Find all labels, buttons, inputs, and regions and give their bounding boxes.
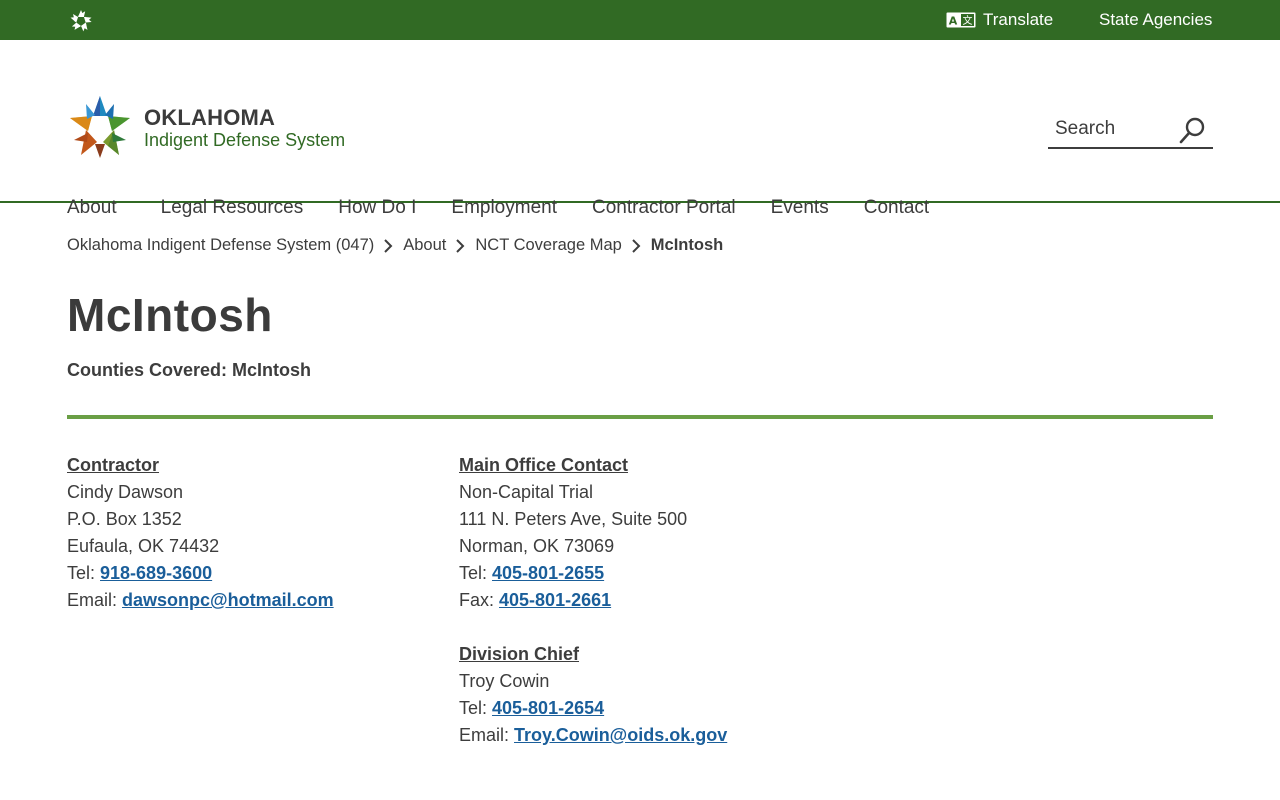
search-icon[interactable] — [1179, 116, 1207, 144]
translate-icon: A 文 — [946, 12, 976, 28]
main-office-name: Non-Capital Trial — [459, 482, 594, 502]
chevron-right-icon — [632, 238, 641, 253]
breadcrumb-home[interactable]: Oklahoma Indigent Defense System (047) — [67, 236, 374, 255]
translate-button[interactable]: A 文 Translate — [946, 0, 1053, 40]
main-nav: About Legal Resources How Do I Employmen… — [67, 197, 929, 219]
tel-label: Tel: — [67, 563, 101, 583]
nav-item-contact[interactable]: Contact — [864, 197, 929, 219]
top-utility-bar: A 文 Translate State Agencies — [0, 0, 1280, 40]
page-title: McIntosh — [67, 289, 273, 341]
chevron-right-icon — [384, 238, 393, 253]
breadcrumb-about[interactable]: About — [403, 236, 446, 255]
breadcrumb-current: McIntosh — [650, 236, 724, 254]
main-office-fax-row: Fax: 405-801-2661 — [459, 587, 727, 614]
contractor-email-row: Email: dawsonpc@hotmail.com — [67, 587, 334, 614]
division-chief-heading: Division Chief — [459, 644, 580, 664]
main-office-fax-link[interactable]: 405-801-2661 — [499, 590, 611, 610]
contractor-tel-link[interactable]: 918-689-3600 — [100, 563, 212, 583]
site-logo[interactable]: OKLAHOMA Indigent Defense System — [67, 95, 345, 161]
search-input[interactable] — [1055, 118, 1180, 140]
main-office-tel-row: Tel: 405-801-2655 — [459, 560, 727, 587]
ok-star-icon[interactable] — [68, 8, 94, 34]
logo-state-name: OKLAHOMA — [144, 105, 276, 130]
nav-item-employment[interactable]: Employment — [451, 197, 557, 219]
contractor-tel-row: Tel: 918-689-3600 — [67, 560, 334, 587]
contractor-email-link[interactable]: dawsonpc@hotmail.com — [122, 590, 334, 610]
nav-item-about[interactable]: About — [67, 197, 117, 219]
division-chief-tel-link[interactable]: 405-801-2654 — [492, 698, 604, 718]
division-chief-email-link[interactable]: Troy.Cowin@oids.ok.gov — [514, 725, 727, 745]
contractor-section: Contractor Cindy Dawson P.O. Box 1352 Eu… — [67, 452, 334, 614]
nav-item-how-do-i[interactable]: How Do I — [338, 197, 416, 219]
contractor-heading: Contractor — [67, 455, 160, 475]
email-label: Email: — [459, 725, 515, 745]
breadcrumb-nct-coverage-map[interactable]: NCT Coverage Map — [475, 236, 621, 255]
counties-covered: Counties Covered: McIntosh — [67, 360, 312, 380]
svg-text:文: 文 — [963, 14, 973, 27]
main-office-section: Main Office Contact Non-Capital Trial 11… — [459, 452, 727, 749]
breadcrumb: Oklahoma Indigent Defense System (047) A… — [67, 236, 723, 255]
search-box — [1048, 111, 1213, 149]
division-chief-name: Troy Cowin — [459, 671, 550, 691]
section-divider — [67, 415, 1213, 419]
state-agencies-link[interactable]: State Agencies — [1099, 0, 1212, 40]
contractor-address-line1: P.O. Box 1352 — [67, 509, 182, 529]
fax-label: Fax: — [459, 590, 500, 610]
translate-label: Translate — [983, 10, 1054, 29]
main-office-address-line1: 111 N. Peters Ave, Suite 500 — [459, 509, 688, 529]
site-header: OKLAHOMA Indigent Defense System About L… — [0, 40, 1280, 218]
division-chief-tel-row: Tel: 405-801-2654 — [459, 695, 727, 722]
main-office-address-line2: Norman, OK 73069 — [459, 536, 615, 556]
chevron-right-icon — [456, 238, 465, 253]
logo-agency-name: Indigent Defense System — [144, 130, 346, 150]
email-label: Email: — [67, 590, 123, 610]
contractor-address-line2: Eufaula, OK 74432 — [67, 536, 220, 556]
ok-star-logo-icon — [70, 96, 130, 158]
logo-text: OKLAHOMA Indigent Defense System — [144, 105, 346, 150]
contractor-name: Cindy Dawson — [67, 482, 184, 502]
state-agencies-label: State Agencies — [1099, 10, 1213, 29]
nav-item-contractor-portal[interactable]: Contractor Portal — [592, 197, 736, 219]
main-office-tel-link[interactable]: 405-801-2655 — [492, 563, 604, 583]
tel-label: Tel: — [459, 563, 493, 583]
nav-item-events[interactable]: Events — [771, 197, 829, 219]
tel-label: Tel: — [459, 698, 493, 718]
nav-item-legal-resources[interactable]: Legal Resources — [161, 197, 304, 219]
main-office-heading: Main Office Contact — [459, 455, 629, 475]
division-chief-email-row: Email: Troy.Cowin@oids.ok.gov — [459, 722, 727, 749]
svg-text:A: A — [949, 15, 958, 28]
